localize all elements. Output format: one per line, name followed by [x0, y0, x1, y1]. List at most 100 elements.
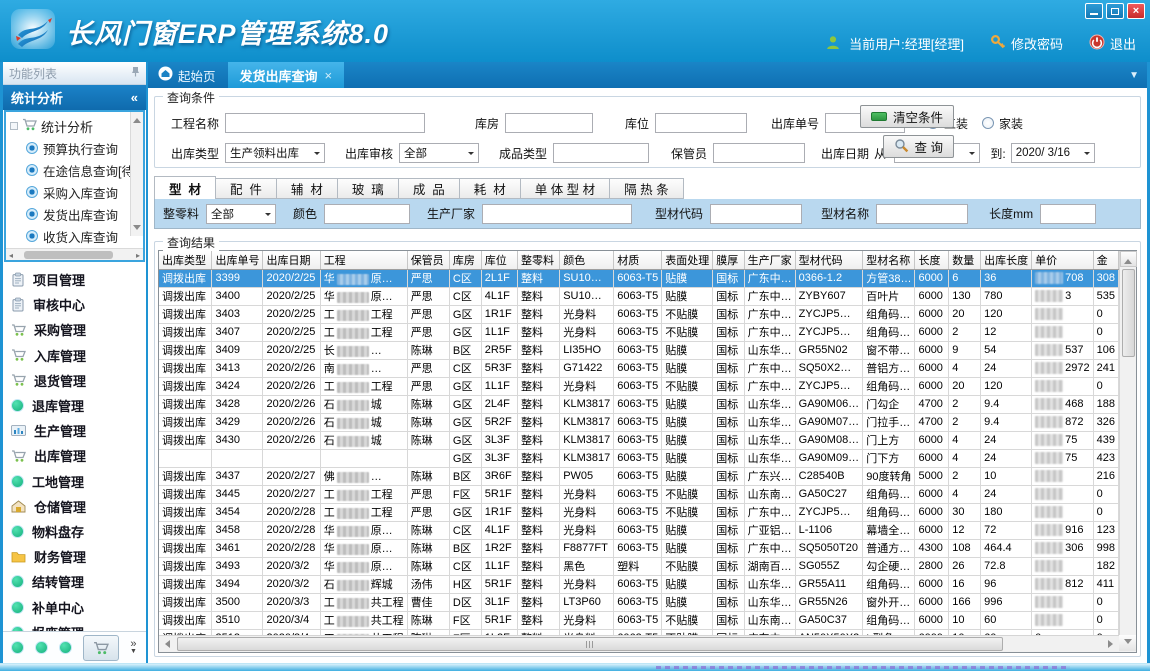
statistics-shortcut-button[interactable]: [83, 635, 119, 661]
tab-close-icon[interactable]: ×: [325, 68, 333, 83]
tabstrip-overflow-icon[interactable]: ▼: [1129, 70, 1139, 81]
tree-root-node[interactable]: 统计分析: [10, 115, 143, 137]
date-to-picker[interactable]: 2020/ 3/16: [1011, 143, 1095, 163]
tree-item[interactable]: 采购入库查询: [10, 181, 143, 203]
table-row[interactable]: 调拨出库34072020/2/25工工程严思G区1L1F整料光身料6063-T5…: [159, 323, 1119, 341]
table-row[interactable]: 调拨出库34452020/2/27工工程严思F区5R1F整料光身料6063-T5…: [159, 485, 1119, 503]
material-tab[interactable]: 耗 材: [460, 178, 521, 199]
out-type-select[interactable]: 生产领料出库: [225, 143, 325, 163]
horizontal-scrollbar[interactable]: [159, 635, 1119, 652]
column-header[interactable]: 保管员: [407, 251, 449, 269]
column-header[interactable]: 出库日期: [263, 251, 320, 269]
table-row[interactable]: 调拨出库34292020/2/26石城陈琳G区5R2F整料KLM38176063…: [159, 413, 1119, 431]
maximize-button[interactable]: [1106, 3, 1124, 19]
module-item[interactable]: 工地管理: [11, 469, 146, 494]
module-item[interactable]: 出库管理: [11, 443, 146, 468]
module-item[interactable]: 补单中心: [11, 594, 146, 619]
tree-item[interactable]: 预算执行查询: [10, 137, 143, 159]
column-header[interactable]: 出库单号: [212, 251, 263, 269]
scroll-down-icon[interactable]: [1119, 635, 1136, 651]
column-header[interactable]: 数量: [949, 251, 981, 269]
tree-item[interactable]: 在途信息查询[待: [10, 159, 143, 181]
table-row[interactable]: 调拨出库34242020/2/26工工程严思G区1L1F整料光身料6063-T5…: [159, 377, 1119, 395]
module-item[interactable]: 结转管理: [11, 569, 146, 594]
profile-code-input[interactable]: [710, 204, 802, 224]
material-tab[interactable]: 配 件: [216, 178, 277, 199]
radio-jiazhuang[interactable]: 家装: [982, 115, 1023, 132]
table-row[interactable]: 调拨出库34612020/2/28华原…陈琳B区1R2F整料F8877FT606…: [159, 539, 1119, 557]
column-header[interactable]: 颜色: [560, 251, 614, 269]
scroll-up-icon[interactable]: [1120, 251, 1137, 267]
material-tab[interactable]: 隔 热 条: [610, 178, 683, 199]
tab-shipment-outbound-query[interactable]: 发货出库查询 ×: [228, 62, 345, 88]
column-header[interactable]: 金: [1093, 251, 1118, 269]
column-header[interactable]: 库位: [481, 251, 517, 269]
sidebar-overflow-button[interactable]: » ▼: [130, 640, 137, 656]
table-row[interactable]: 调拨出库34282020/2/26石城陈琳G区2L4F整料KLM38176063…: [159, 395, 1119, 413]
module-item[interactable]: 生产管理: [11, 418, 146, 443]
warehouse-input[interactable]: [505, 113, 593, 133]
collapse-icon[interactable]: «: [131, 90, 138, 105]
table-row[interactable]: G区3L3F整料KLM38176063-T5贴膜国标山东华…GA90M09…门下…: [159, 449, 1119, 467]
table-row[interactable]: 调拨出库35102020/3/4工共工程陈琳F区5R1F整料光身料6063-T5…: [159, 611, 1119, 629]
module-item[interactable]: 退货管理: [11, 368, 146, 393]
logout-button[interactable]: 退出: [1089, 34, 1136, 53]
material-tab[interactable]: 成 品: [399, 178, 460, 199]
table-row[interactable]: 调拨出库34092020/2/25长…陈琳B区2R5F整料LI35HO6063-…: [159, 341, 1119, 359]
module-item[interactable]: 财务管理: [11, 544, 146, 569]
project-name-input[interactable]: [225, 113, 425, 133]
column-header[interactable]: 出库长度: [981, 251, 1032, 269]
color-input[interactable]: [324, 204, 410, 224]
column-header[interactable]: 表面处理: [662, 251, 713, 269]
module-item[interactable]: 入库管理: [11, 343, 146, 368]
keeper-input[interactable]: [713, 143, 805, 163]
column-header[interactable]: 工程: [320, 251, 407, 269]
module-item[interactable]: 物料盘存: [11, 519, 146, 544]
table-row[interactable]: 调拨出库34032020/2/25工工程严思G区1R1F整料光身料6063-T5…: [159, 305, 1119, 323]
module-dot-icon[interactable]: [59, 641, 72, 654]
material-tab[interactable]: 玻 璃: [338, 178, 399, 199]
material-tab[interactable]: 辅 材: [277, 178, 338, 199]
column-header[interactable]: 型材代码: [795, 251, 863, 269]
table-row[interactable]: 调拨出库35002020/3/3工共工程曹佳D区3L1F整料LT3P606063…: [159, 593, 1119, 611]
column-header[interactable]: 整零料: [517, 251, 559, 269]
material-tab[interactable]: 单 体 型 材: [521, 178, 610, 199]
column-header[interactable]: 型材名称: [863, 251, 915, 269]
vertical-scroll-thumb[interactable]: [1122, 269, 1135, 357]
column-header[interactable]: 材质: [614, 251, 662, 269]
column-header[interactable]: 生产厂家: [744, 251, 795, 269]
module-dot-icon[interactable]: [35, 641, 48, 654]
clear-conditions-button[interactable]: 清空条件: [860, 105, 954, 128]
tab-home[interactable]: 起始页: [148, 62, 228, 88]
pin-icon[interactable]: [131, 66, 140, 80]
table-row[interactable]: 调拨出库34372020/2/27佛…陈琳B区3R6F整料PW056063-T5…: [159, 467, 1119, 485]
statistics-group-header[interactable]: 统计分析 «: [3, 85, 146, 110]
module-item[interactable]: 仓储管理: [11, 494, 146, 519]
change-password-button[interactable]: 修改密码: [990, 34, 1063, 53]
column-header[interactable]: 出库类型: [159, 251, 212, 269]
profile-name-input[interactable]: [876, 204, 968, 224]
module-item[interactable]: 审核中心: [11, 292, 146, 317]
module-dot-icon[interactable]: [11, 641, 24, 654]
scroll-right-icon[interactable]: [1108, 640, 1117, 648]
length-input[interactable]: [1040, 204, 1096, 224]
table-row[interactable]: 调拨出库33992020/2/25华原…严思C区2L1F整料SU10…6063-…: [159, 269, 1119, 287]
manufacturer-input[interactable]: [482, 204, 632, 224]
column-header[interactable]: 长度: [915, 251, 949, 269]
column-header[interactable]: 库房: [449, 251, 481, 269]
tree-item[interactable]: 收货入库查询: [10, 225, 143, 247]
module-item[interactable]: 项目管理: [11, 267, 146, 292]
minimize-button[interactable]: [1085, 3, 1103, 19]
product-type-input[interactable]: [553, 143, 649, 163]
module-item[interactable]: 报废管理: [11, 620, 146, 631]
scroll-left-icon[interactable]: [161, 640, 170, 648]
horizontal-scroll-thumb[interactable]: [177, 637, 1003, 651]
material-tab[interactable]: 型 材: [154, 176, 216, 199]
table-row[interactable]: 调拨出库34542020/2/28工工程严思G区1R1F整料光身料6063-T5…: [159, 503, 1119, 521]
tree-item[interactable]: 发货出库查询: [10, 203, 143, 225]
table-row[interactable]: 调拨出库34942020/3/2石辉城汤伟H区5R1F整料光身料6063-T5贴…: [159, 575, 1119, 593]
column-header[interactable]: 膜厚: [713, 251, 744, 269]
table-row[interactable]: 调拨出库34002020/2/25华原…严思C区4L1F整料SU10…6063-…: [159, 287, 1119, 305]
tree-expander-icon[interactable]: [10, 122, 18, 130]
location-input[interactable]: [655, 113, 747, 133]
